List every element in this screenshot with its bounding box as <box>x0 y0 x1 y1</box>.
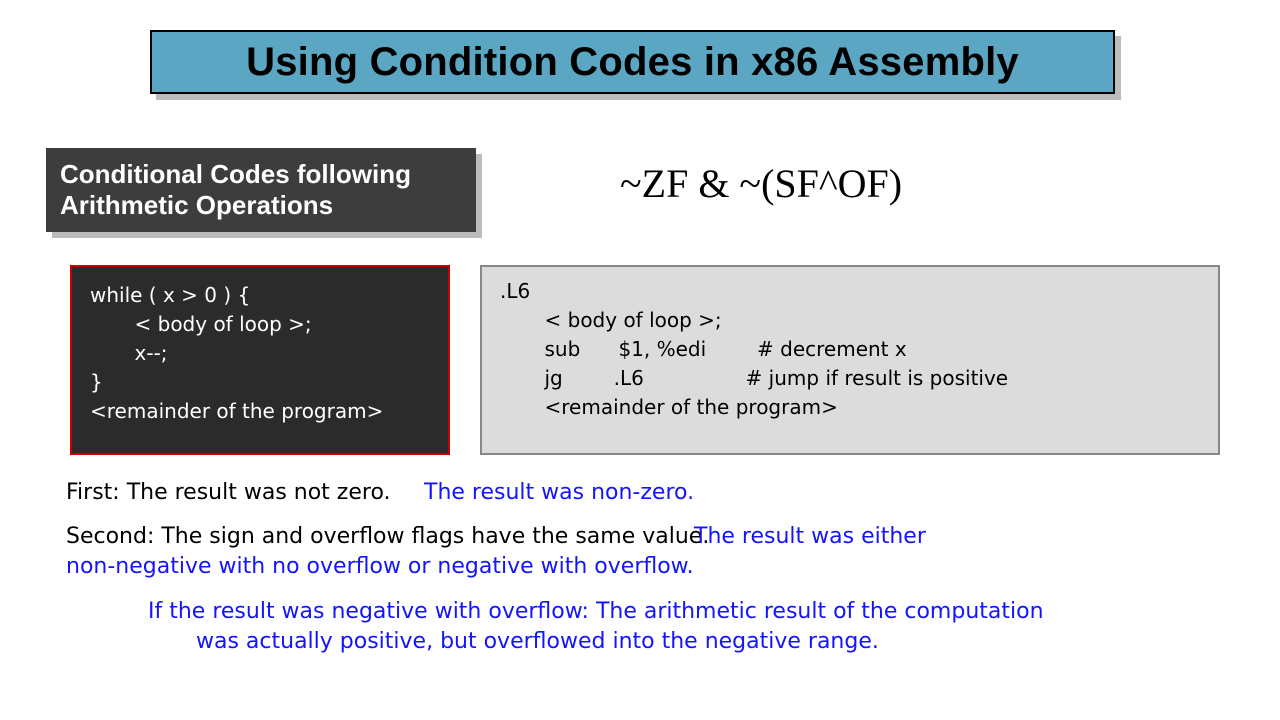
explanation-first-blue: The result was non-zero. <box>424 478 694 508</box>
slide-title-bar: Using Condition Codes in x86 Assembly <box>150 30 1115 94</box>
explanation-first-black: First: The result was not zero. <box>66 478 391 508</box>
explanation-second-black: Second: The sign and overflow flags have… <box>66 522 709 552</box>
explanation-overflow-1: If the result was negative with overflow… <box>148 597 1044 627</box>
section-subtitle: Conditional Codes following Arithmetic O… <box>60 159 462 221</box>
asm-source-code: .L6 < body of loop >; sub $1, %edi # dec… <box>480 265 1220 455</box>
explanation-overflow-2: was actually positive, but overflowed in… <box>196 627 879 657</box>
explanation-second-blue-cont: non-negative with no overflow or negativ… <box>66 552 694 582</box>
explanation-second-blue-start: The result was either <box>694 522 926 552</box>
slide-title: Using Condition Codes in x86 Assembly <box>246 40 1019 85</box>
section-subtitle-bar: Conditional Codes following Arithmetic O… <box>46 148 476 232</box>
c-source-code: while ( x > 0 ) { < body of loop >; x--;… <box>70 265 450 455</box>
boolean-formula: ~ZF & ~(SF^OF) <box>620 160 902 207</box>
